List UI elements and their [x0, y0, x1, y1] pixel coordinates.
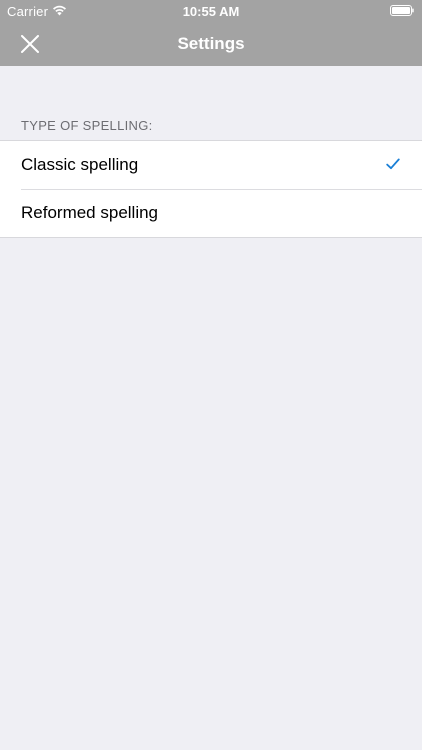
status-time: 10:55 AM	[182, 4, 240, 19]
section-header-spelling-type: TYPE OF SPELLING:	[21, 118, 153, 133]
option-label: Classic spelling	[21, 155, 139, 174]
battery-icon	[390, 5, 414, 16]
spelling-options-list: Classic spelling Reformed spelling	[0, 140, 422, 238]
option-reformed-spelling[interactable]: Reformed spelling	[0, 189, 422, 237]
page-title: Settings	[177, 34, 245, 53]
nav-bar: Settings	[0, 22, 422, 66]
checkmark-icon	[386, 158, 400, 170]
app-header: Carrier 10:55 AM Settings	[0, 0, 422, 66]
option-classic-spelling[interactable]: Classic spelling	[0, 141, 422, 189]
option-label: Reformed spelling	[21, 203, 159, 222]
status-bar: Carrier 10:55 AM	[0, 0, 422, 22]
